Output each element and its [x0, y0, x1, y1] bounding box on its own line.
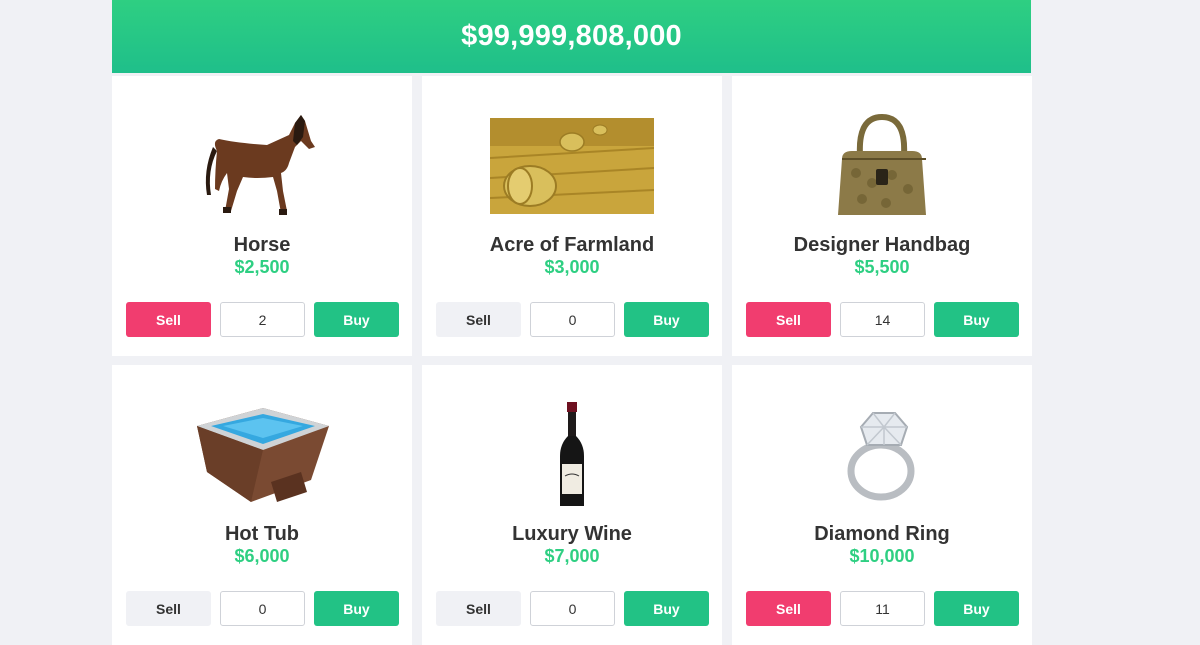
sell-button[interactable]: Sell	[436, 302, 521, 337]
product-card-designer-handbag: Designer Handbag $5,500 Sell Buy	[732, 76, 1032, 356]
product-price: $6,000	[234, 546, 290, 566]
wine-bottle-icon	[422, 395, 722, 515]
handbag-icon	[732, 106, 1032, 226]
sell-button[interactable]: Sell	[436, 591, 521, 626]
product-controls: Sell Buy	[436, 302, 709, 337]
buy-button[interactable]: Buy	[624, 591, 709, 626]
balance-header: $99,999,808,000	[112, 0, 1031, 73]
buy-button[interactable]: Buy	[934, 302, 1019, 337]
sell-button[interactable]: Sell	[126, 591, 211, 626]
quantity-input[interactable]	[530, 302, 615, 337]
product-controls: Sell Buy	[126, 302, 399, 337]
product-card-hot-tub: Hot Tub $6,000 Sell Buy	[112, 365, 412, 645]
product-card-diamond-ring: Diamond Ring $10,000 Sell Buy	[732, 365, 1032, 645]
sell-button[interactable]: Sell	[746, 591, 831, 626]
quantity-input[interactable]	[840, 302, 925, 337]
product-controls: Sell Buy	[436, 591, 709, 626]
buy-button[interactable]: Buy	[314, 591, 399, 626]
quantity-input[interactable]	[840, 591, 925, 626]
farmland-icon	[422, 106, 722, 226]
quantity-input[interactable]	[220, 302, 305, 337]
product-price: $7,000	[544, 546, 600, 566]
product-name: Diamond Ring	[814, 523, 950, 545]
product-card-luxury-wine: Luxury Wine $7,000 Sell Buy	[422, 365, 722, 645]
product-name: Designer Handbag	[793, 234, 971, 256]
product-name: Horse	[233, 234, 291, 256]
product-price: $2,500	[234, 257, 290, 277]
product-price: $5,500	[854, 257, 910, 277]
diamond-ring-icon	[732, 395, 1032, 515]
hot-tub-icon	[112, 395, 412, 515]
product-controls: Sell Buy	[746, 302, 1019, 337]
product-controls: Sell Buy	[126, 591, 399, 626]
quantity-input[interactable]	[530, 591, 615, 626]
product-name: Acre of Farmland	[489, 234, 655, 256]
sell-button[interactable]: Sell	[746, 302, 831, 337]
shop-container: $99,999,808,000 Horse $2,500 Sell Buy	[112, 0, 1032, 645]
buy-button[interactable]: Buy	[314, 302, 399, 337]
sell-button[interactable]: Sell	[126, 302, 211, 337]
quantity-input[interactable]	[220, 591, 305, 626]
product-name: Luxury Wine	[512, 523, 632, 545]
product-grid: Horse $2,500 Sell Buy Ac	[112, 76, 1032, 645]
product-price: $3,000	[544, 257, 600, 277]
buy-button[interactable]: Buy	[934, 591, 1019, 626]
product-price: $10,000	[849, 546, 915, 566]
product-controls: Sell Buy	[746, 591, 1019, 626]
balance-amount: $99,999,808,000	[461, 20, 682, 52]
product-name: Hot Tub	[224, 523, 300, 545]
horse-icon	[112, 106, 412, 226]
product-card-acre-of-farmland: Acre of Farmland $3,000 Sell Buy	[422, 76, 722, 356]
product-card-horse: Horse $2,500 Sell Buy	[112, 76, 412, 356]
buy-button[interactable]: Buy	[624, 302, 709, 337]
